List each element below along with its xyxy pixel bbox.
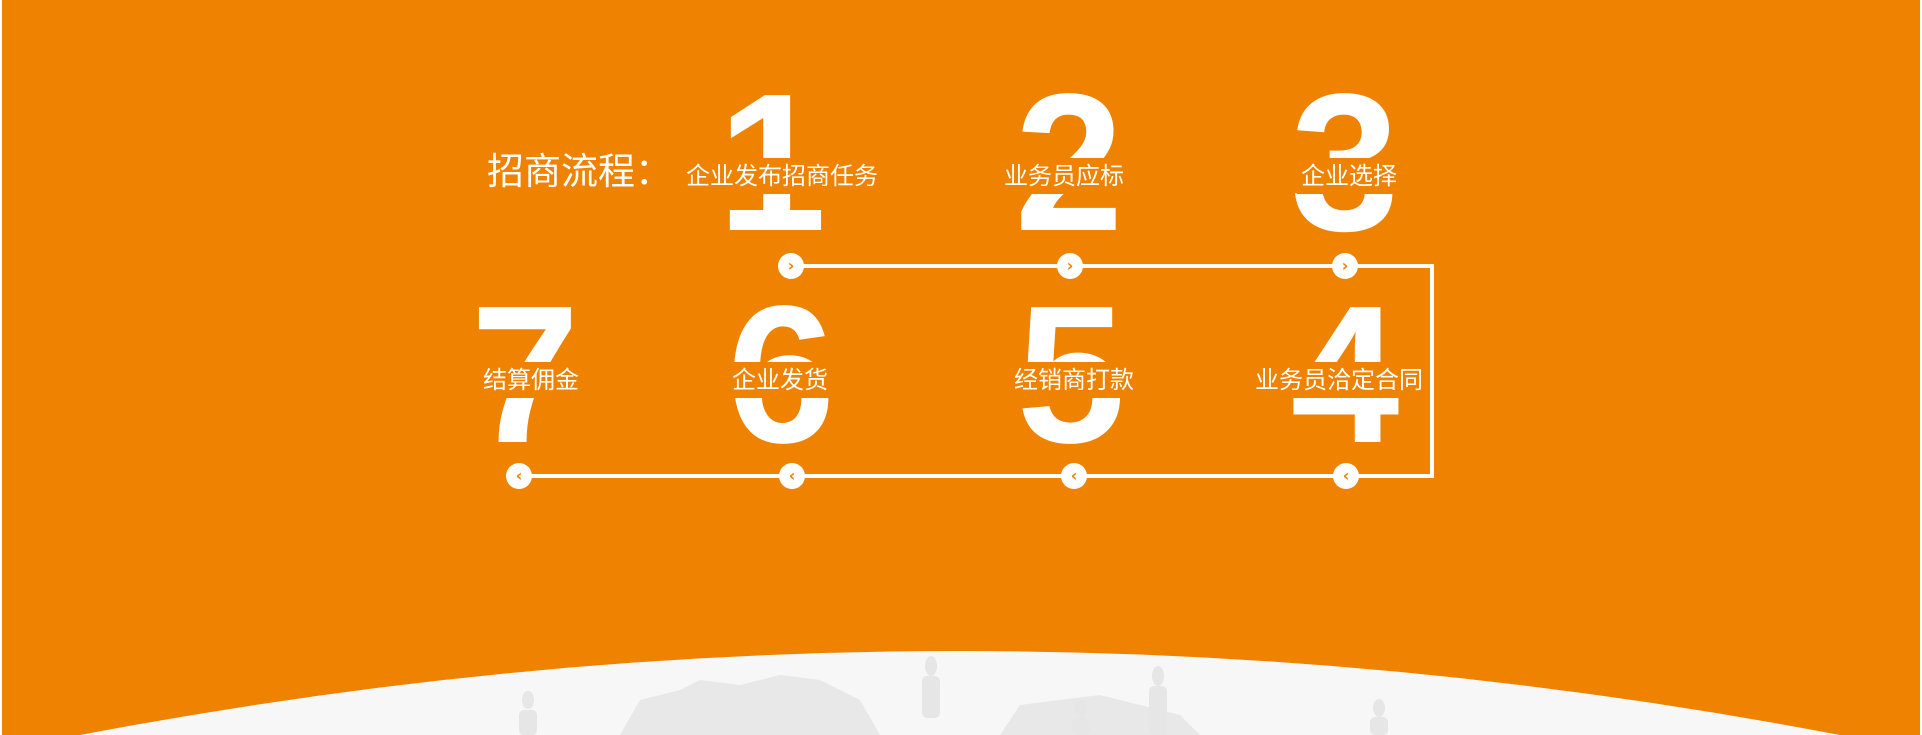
step-2-chevron-right-icon: › (1057, 253, 1083, 279)
step-7-chevron-left-icon: ‹ (506, 463, 532, 489)
step-4-chevron-left-icon: ‹ (1333, 463, 1359, 489)
step-1-label: 企业发布招商任务 (682, 158, 882, 194)
step-3-chevron-right-icon: › (1332, 253, 1358, 279)
globe-arc (80, 651, 1840, 735)
step-5-chevron-left-icon: ‹ (1061, 463, 1087, 489)
right-connector-line (1430, 264, 1434, 478)
step-6-chevron-left-icon: ‹ (779, 463, 805, 489)
globe-decoration (80, 651, 1840, 735)
left-edge (0, 0, 2, 735)
step-1-chevron-right-icon: › (778, 253, 804, 279)
step-3-label: 企业选择 (1297, 158, 1401, 194)
step-2-label: 业务员应标 (1000, 158, 1128, 194)
step-7-label: 结算佣金 (479, 362, 583, 398)
step-5-label: 经销商打款 (1010, 362, 1138, 398)
step-6-label: 企业发货 (728, 362, 832, 398)
page-title: 招商流程： (487, 150, 672, 193)
step-4-label: 业务员洽定合同 (1251, 362, 1427, 398)
bottom-connector-line (519, 474, 1434, 478)
